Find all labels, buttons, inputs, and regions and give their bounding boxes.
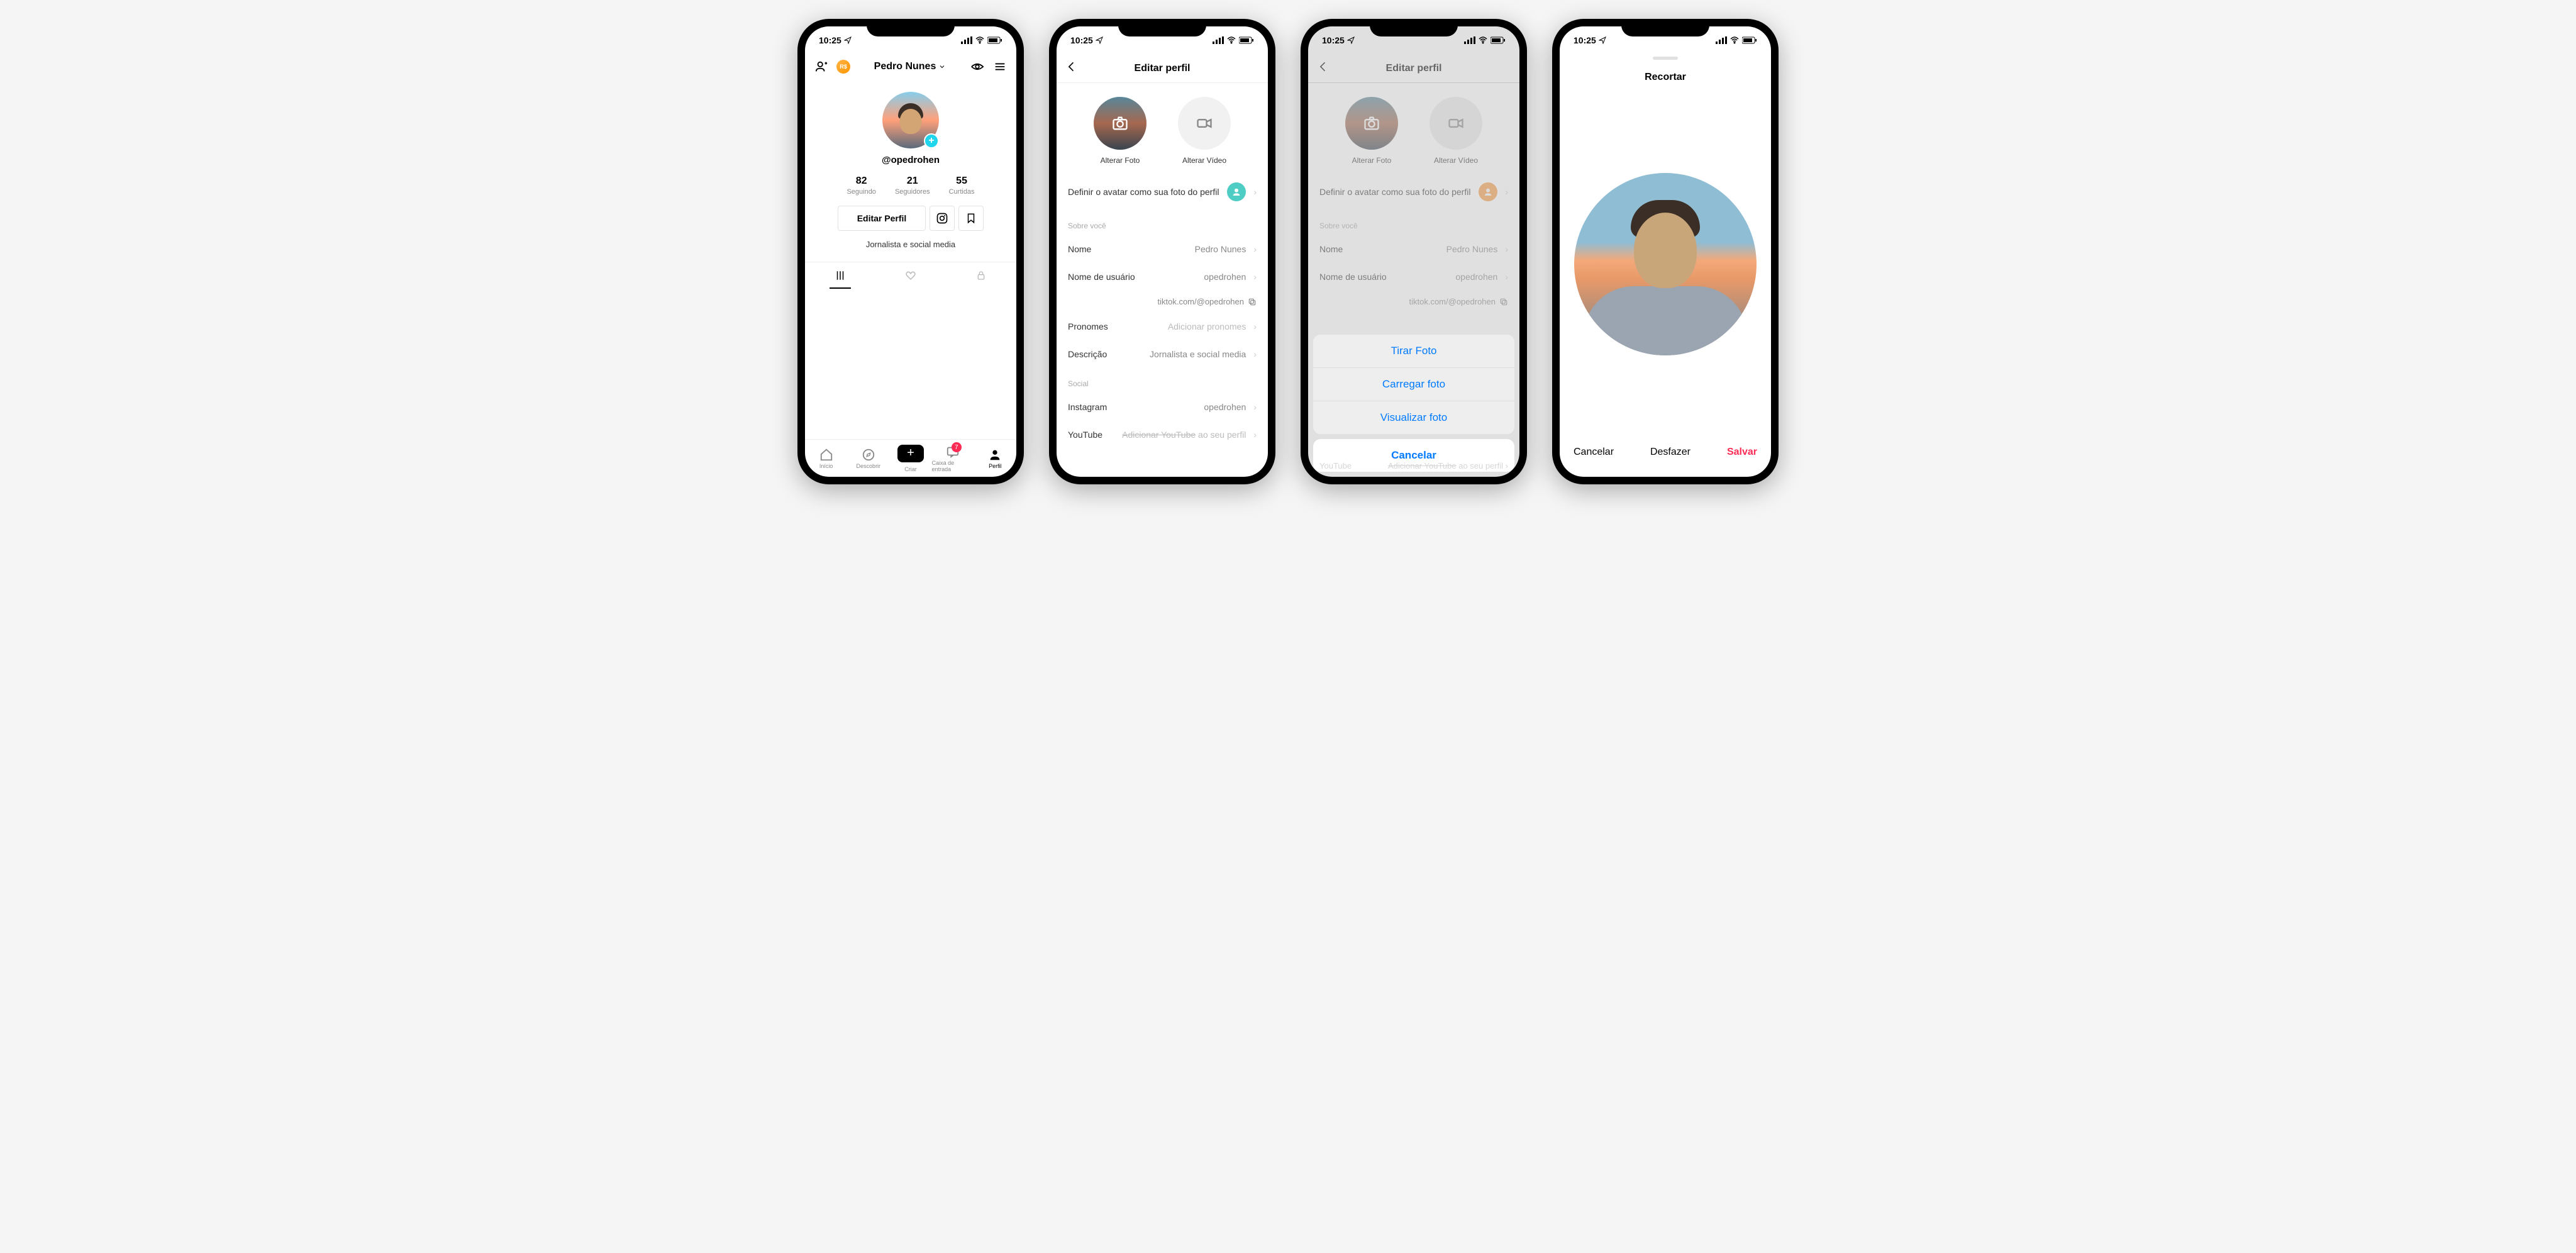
video-icon xyxy=(1196,114,1213,132)
signal-icon xyxy=(1464,36,1475,44)
wifi-icon xyxy=(1478,36,1488,44)
coin-icon[interactable]: R$ xyxy=(836,60,850,74)
nav-inbox[interactable]: Caixa de entrada 7 xyxy=(932,440,974,477)
tab-private[interactable] xyxy=(946,262,1016,289)
page-title: Editar perfil xyxy=(1317,63,1511,74)
page-title: Recortar xyxy=(1560,63,1771,92)
battery-icon xyxy=(1742,36,1757,44)
location-icon xyxy=(1096,36,1103,44)
chevron-down-icon xyxy=(938,63,946,70)
inbox-badge: 7 xyxy=(952,442,962,452)
avatar[interactable]: + xyxy=(882,92,939,148)
wifi-icon xyxy=(975,36,985,44)
profile-title: Pedro Nunes xyxy=(874,61,936,72)
battery-icon xyxy=(987,36,1002,44)
username-row[interactable]: Nome de usuário opedrohen› xyxy=(1057,263,1268,291)
signal-icon xyxy=(1213,36,1224,44)
battery-icon xyxy=(1491,36,1506,44)
section-about: Sobre você xyxy=(1057,210,1268,235)
instagram-button[interactable] xyxy=(930,206,955,231)
name-row[interactable]: Nome Pedro Nunes› xyxy=(1057,235,1268,263)
stat-likes[interactable]: 55 Curtidas xyxy=(949,175,975,196)
instagram-row[interactable]: Instagram opedrohen› xyxy=(1057,393,1268,421)
nav-create[interactable]: + Criar xyxy=(889,440,931,477)
signal-icon xyxy=(961,36,972,44)
nav-discover[interactable]: Descobrir xyxy=(847,440,889,477)
avatar-photo-row: Definir o avatar como sua foto do perfil… xyxy=(1308,174,1519,210)
crop-undo-button[interactable]: Desfazer xyxy=(1650,447,1690,458)
add-user-icon[interactable] xyxy=(814,59,829,74)
change-video-button: Alterar Vídeo xyxy=(1430,97,1482,165)
bio-text: Jornalista e social media xyxy=(866,240,955,249)
pronouns-row[interactable]: Pronomes Adicionar pronomes› xyxy=(1057,313,1268,340)
status-time: 10:25 xyxy=(819,35,841,45)
profile-title-dropdown[interactable]: Pedro Nunes xyxy=(874,61,947,72)
section-social: Social xyxy=(1057,368,1268,393)
change-photo-button[interactable]: Alterar Foto xyxy=(1094,97,1146,165)
wifi-icon xyxy=(1729,36,1740,44)
avatar-icon xyxy=(1227,182,1246,201)
avatar-photo-row[interactable]: Definir o avatar como sua foto do perfil… xyxy=(1057,174,1268,210)
nav-profile[interactable]: Perfil xyxy=(974,440,1016,477)
location-icon xyxy=(844,36,852,44)
edit-profile-button[interactable]: Editar Perfil xyxy=(838,206,926,231)
location-icon xyxy=(1347,36,1355,44)
sheet-take-photo[interactable]: Tirar Foto xyxy=(1313,335,1514,368)
stat-following[interactable]: 82 Seguindo xyxy=(847,175,876,196)
location-icon xyxy=(1599,36,1606,44)
camera-icon xyxy=(1111,114,1129,132)
youtube-row[interactable]: YouTube Adicionar YouTube ao seu perfil› xyxy=(1057,421,1268,448)
battery-icon xyxy=(1239,36,1254,44)
tab-liked[interactable] xyxy=(875,262,946,289)
avatar-add-icon[interactable]: + xyxy=(924,133,939,148)
signal-icon xyxy=(1716,36,1727,44)
action-sheet: Tirar Foto Carregar foto Visualizar foto… xyxy=(1313,335,1514,472)
eye-icon[interactable] xyxy=(970,59,985,74)
avatar-icon xyxy=(1479,182,1497,201)
username: @opedrohen xyxy=(882,155,940,165)
description-row[interactable]: Descrição Jornalista e social media› xyxy=(1057,340,1268,368)
sheet-load-photo[interactable]: Carregar foto xyxy=(1313,368,1514,401)
tab-grid[interactable] xyxy=(805,262,875,289)
change-video-button[interactable]: Alterar Vídeo xyxy=(1178,97,1231,165)
bookmark-button[interactable] xyxy=(958,206,984,231)
nav-home[interactable]: Início xyxy=(805,440,847,477)
crop-save-button[interactable]: Salvar xyxy=(1727,447,1757,458)
page-title: Editar perfil xyxy=(1065,63,1259,74)
crop-preview[interactable] xyxy=(1560,92,1771,435)
profile-url-row[interactable]: tiktok.com/@opedrohen xyxy=(1057,291,1268,313)
menu-icon[interactable] xyxy=(992,59,1008,74)
copy-icon xyxy=(1248,298,1257,306)
wifi-icon xyxy=(1226,36,1236,44)
stat-followers[interactable]: 21 Seguidores xyxy=(895,175,930,196)
crop-cancel-button[interactable]: Cancelar xyxy=(1574,447,1614,458)
change-photo-button: Alterar Foto xyxy=(1345,97,1398,165)
sheet-view-photo[interactable]: Visualizar foto xyxy=(1313,401,1514,434)
drag-handle[interactable] xyxy=(1653,57,1678,60)
